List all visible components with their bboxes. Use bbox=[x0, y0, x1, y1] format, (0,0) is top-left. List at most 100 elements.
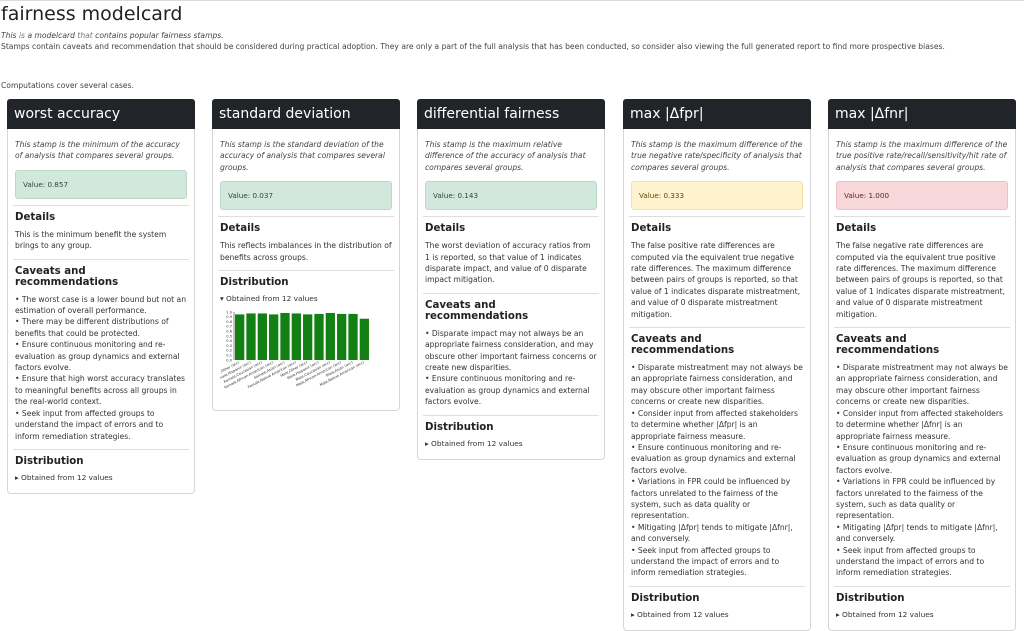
value-badge: Value: 1.000 bbox=[836, 181, 1008, 211]
card-description: This stamp is the maximum difference of … bbox=[631, 140, 803, 172]
caveat-item: • Ensure continuous monitoring and re-ev… bbox=[425, 374, 590, 407]
page-title: fairness modelcard bbox=[1, 3, 183, 25]
caveat-item: • Mitigating |Δfpr| tends to mitigate |Δ… bbox=[836, 522, 998, 544]
y-tick-label: 0.9 bbox=[226, 315, 232, 319]
caveats-heading: Caveats and recommendations bbox=[15, 265, 119, 288]
chart-bar bbox=[291, 313, 301, 361]
divider bbox=[13, 258, 189, 260]
intro-part: that bbox=[74, 31, 96, 40]
caveat-item: • Ensure that high worst accuracy transl… bbox=[15, 374, 186, 407]
caveats-heading: Caveats and recommendations bbox=[836, 334, 940, 357]
details-text: This is the minimum benefit the system b… bbox=[15, 229, 167, 251]
divider bbox=[218, 270, 394, 272]
distribution-heading: Distribution bbox=[425, 421, 494, 433]
chart-bar bbox=[314, 313, 324, 361]
cover-text: Computations cover several cases. bbox=[1, 81, 134, 90]
caveat-item: • Disparate mistreatment may not always … bbox=[631, 363, 803, 407]
details-text: The worst deviation of accuracy ratios f… bbox=[425, 241, 591, 285]
distribution-heading: Distribution bbox=[15, 455, 84, 467]
caveat-item: • Seek input from affected groups to und… bbox=[631, 545, 780, 578]
card-description: This stamp is the standard deviation of … bbox=[220, 140, 385, 172]
caveats-list: • The worst case is a lower bound but no… bbox=[15, 294, 187, 442]
details-heading: Details bbox=[631, 223, 672, 235]
value-badge: Value: 0.333 bbox=[631, 181, 803, 211]
divider bbox=[834, 216, 1010, 218]
chart-bar bbox=[303, 314, 313, 361]
details-text: The false positive rate differences are … bbox=[631, 241, 801, 319]
caveat-item: • Consider input from affected stakehold… bbox=[836, 408, 1003, 441]
caveat-item: • Disparate impact may not always be an … bbox=[425, 328, 597, 373]
card-title: differential fairness bbox=[417, 99, 605, 129]
card-description: This stamp is the maximum relative diffe… bbox=[425, 140, 586, 172]
chart-bar bbox=[269, 314, 279, 361]
intro-part: is bbox=[16, 31, 28, 40]
intro-part: This bbox=[1, 31, 17, 40]
y-tick-label: 0.6 bbox=[226, 330, 232, 334]
y-tick-label: 0.5 bbox=[226, 334, 232, 338]
caveat-item: • Seek input from affected groups to und… bbox=[836, 545, 985, 578]
card-description: This stamp is the maximum difference of … bbox=[836, 140, 1008, 172]
details-heading: Details bbox=[15, 211, 56, 223]
caveat-item: • Consider input from affected stakehold… bbox=[631, 408, 798, 441]
chart-bar bbox=[325, 312, 335, 361]
caveat-item: • The worst case is a lower bound but no… bbox=[15, 294, 187, 316]
y-tick-label: 1.0 bbox=[226, 310, 232, 314]
details-heading: Details bbox=[836, 223, 877, 235]
distribution-toggle[interactable]: ▸ Obtained from 12 values bbox=[425, 439, 597, 449]
value-badge: Value: 0.037 bbox=[220, 181, 392, 211]
divider bbox=[834, 327, 1010, 329]
intro-text: This is a modelcard that contains popula… bbox=[1, 31, 224, 40]
details-heading: Details bbox=[220, 223, 261, 235]
card-title: max |Δfpr| bbox=[623, 99, 811, 129]
caveats-list: • Disparate impact may not always be an … bbox=[425, 328, 597, 408]
caveats-heading: Caveats and recommendations bbox=[631, 334, 735, 357]
chart-bar bbox=[246, 313, 256, 361]
caveat-item: • Ensure continuous monitoring and re-ev… bbox=[836, 442, 1001, 475]
divider bbox=[629, 216, 805, 218]
details-text: The false negative rate differences are … bbox=[836, 241, 1006, 319]
chart-bar bbox=[235, 314, 245, 361]
chart-bar bbox=[348, 313, 358, 361]
chart-bar bbox=[280, 312, 290, 361]
caveats-heading: Caveats and recommendations bbox=[425, 299, 529, 322]
y-tick-label: 0.2 bbox=[226, 349, 232, 353]
caveat-item: • Seek input from affected groups to und… bbox=[15, 408, 164, 441]
intro-part: contains popular fairness stamps. bbox=[95, 31, 224, 40]
caveats-list: • Disparate mistreatment may not always … bbox=[631, 362, 803, 579]
y-tick-label: 0.7 bbox=[226, 325, 232, 329]
y-tick-label: 0.0 bbox=[226, 358, 232, 362]
value-badge: Value: 0.857 bbox=[15, 169, 187, 199]
stamp-card-standard-deviation: standard deviation This stamp is the sta… bbox=[212, 99, 400, 412]
stamp-card-max-dfnr: max |Δfnr| This stamp is the maximum dif… bbox=[828, 99, 1016, 631]
stamp-card-differential-fairness: differential fairness This stamp is the … bbox=[417, 99, 605, 460]
details-heading: Details bbox=[425, 223, 466, 235]
distribution-toggle[interactable]: ▸ Obtained from 12 values bbox=[631, 610, 803, 620]
chart-bar bbox=[337, 313, 347, 361]
caveat-item: • There may be different distributions o… bbox=[15, 317, 169, 338]
y-tick-label: 0.3 bbox=[226, 344, 232, 348]
distribution-heading: Distribution bbox=[631, 592, 700, 604]
distribution-toggle[interactable]: ▸ Obtained from 12 values bbox=[15, 473, 187, 483]
intro-description: Stamps contain caveats and recommendatio… bbox=[1, 42, 945, 51]
divider bbox=[13, 204, 189, 206]
chart-bar bbox=[257, 313, 267, 361]
card-title: max |Δfnr| bbox=[828, 99, 1016, 129]
caveat-item: • Variations in FPR could be influenced … bbox=[631, 477, 791, 521]
caveat-item: • Ensure continuous monitoring and re-ev… bbox=[631, 442, 796, 475]
distribution-toggle[interactable]: ▸ Obtained from 12 values bbox=[836, 610, 1008, 620]
y-tick-label: 0.8 bbox=[226, 320, 232, 324]
distribution-heading: Distribution bbox=[220, 277, 289, 289]
value-badge: Value: 0.143 bbox=[425, 181, 597, 211]
chart-bar bbox=[359, 318, 369, 361]
divider bbox=[13, 448, 189, 450]
caveat-item: • Disparate mistreatment may not always … bbox=[836, 363, 1008, 407]
divider bbox=[218, 216, 394, 218]
caveat-item: • Variations in FPR could be influenced … bbox=[836, 477, 996, 521]
divider bbox=[834, 585, 1010, 587]
divider bbox=[423, 292, 599, 294]
distribution-toggle[interactable]: ▾ Obtained from 12 values bbox=[220, 294, 392, 304]
intro-part: a modelcard bbox=[27, 31, 75, 40]
stamp-card-worst-accuracy: worst accuracy This stamp is the minimum… bbox=[7, 99, 195, 494]
card-description: This stamp is the minimum of the accurac… bbox=[15, 140, 180, 161]
divider bbox=[629, 327, 805, 329]
